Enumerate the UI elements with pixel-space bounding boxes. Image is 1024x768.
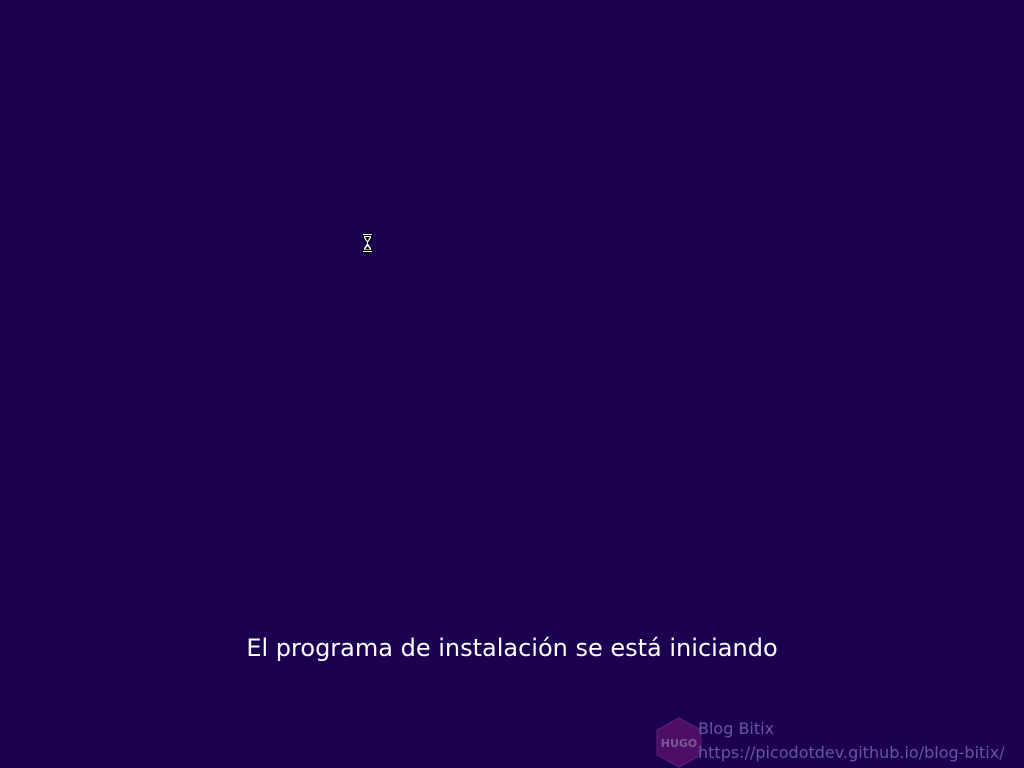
hugo-logo-icon: HUGO xyxy=(656,717,702,768)
hourglass-cursor-icon xyxy=(362,233,373,253)
blog-watermark: HUGO Blog Bitix https://picodotdev.githu… xyxy=(655,717,1024,768)
setup-splash-screen: El programa de instalación se está inici… xyxy=(0,0,1024,768)
setup-status-text: El programa de instalación se está inici… xyxy=(246,634,778,662)
hugo-logo-text: HUGO xyxy=(661,737,698,750)
watermark-title: Blog Bitix xyxy=(698,719,775,738)
watermark-url: https://picodotdev.github.io/blog-bitix/ xyxy=(698,743,1005,762)
